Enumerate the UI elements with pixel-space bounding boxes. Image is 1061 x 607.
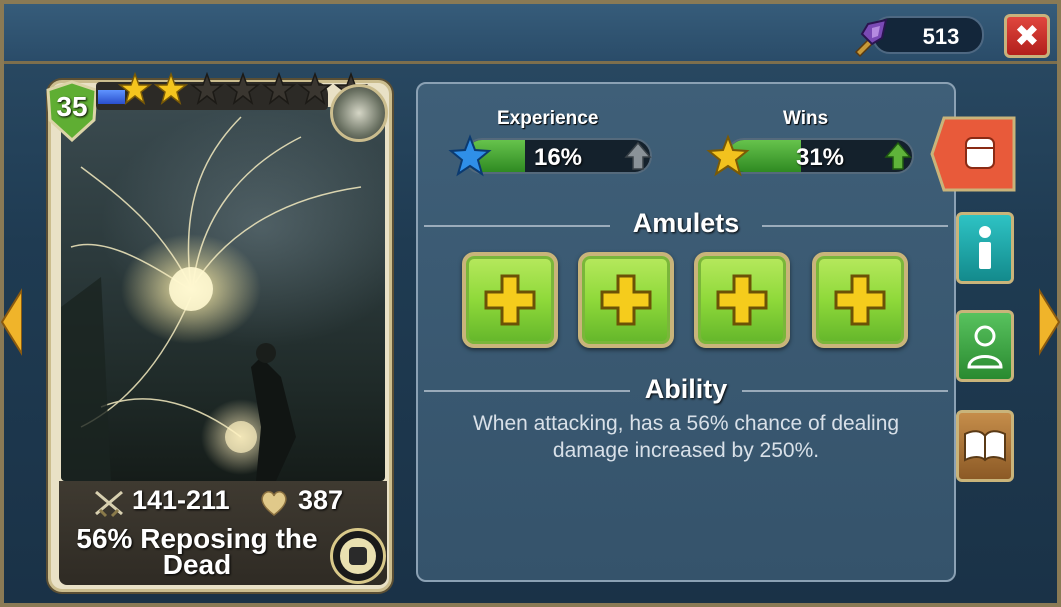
tab-lore[interactable] xyxy=(956,410,1014,482)
plus-icon xyxy=(600,274,652,326)
card-artwork xyxy=(61,107,385,481)
previous-arrow-icon[interactable] xyxy=(0,286,22,358)
close-icon: ✖ xyxy=(1014,19,1040,53)
ability-divider-right xyxy=(742,390,948,392)
star-empty-icon xyxy=(298,72,332,105)
amulet-slot-4[interactable] xyxy=(812,252,908,348)
amulet-slot-3[interactable] xyxy=(694,252,790,348)
amulets-divider-right xyxy=(762,225,948,227)
close-button[interactable]: ✖ xyxy=(1004,14,1050,58)
ability-line2: damage increased by 250%. xyxy=(552,439,820,462)
currency-value: 513 xyxy=(922,24,960,49)
attack-value: 141-211 xyxy=(132,485,230,515)
experience-up-arrow-icon xyxy=(624,141,652,170)
crossed-swords-icon xyxy=(95,490,123,518)
fist-skill-icon xyxy=(330,528,386,584)
card-skill-line2: Dead xyxy=(162,549,232,580)
info-icon xyxy=(979,226,991,269)
experience-value: 16% xyxy=(533,144,583,171)
amulets-title: Amulets xyxy=(632,208,740,238)
ability-description: When attacking, has a 56% chance of deal… xyxy=(430,410,942,464)
purple-sword-icon xyxy=(854,18,888,58)
star-empty-icon xyxy=(190,72,224,105)
wins-up-arrow-icon xyxy=(884,141,912,170)
experience-label: Experience xyxy=(497,108,599,129)
blue-star-icon xyxy=(448,134,492,177)
card-level: 35 xyxy=(56,91,88,122)
amulet-slot-1[interactable] xyxy=(462,252,558,348)
star-empty-icon xyxy=(262,72,296,105)
tab-fight[interactable] xyxy=(930,116,1018,192)
figure-icon xyxy=(967,325,1003,369)
book-icon xyxy=(964,430,1006,462)
star-filled-icon xyxy=(154,72,188,105)
star-filled-icon xyxy=(118,72,152,105)
card-artwork-drawing xyxy=(61,116,362,481)
gold-star-icon xyxy=(706,134,750,177)
heart-icon xyxy=(261,491,287,516)
card-skill-name: 56% Reposing the Dead xyxy=(62,525,332,580)
star-empty-icon xyxy=(226,72,260,105)
fist-skill-glyph xyxy=(340,538,376,574)
plus-icon xyxy=(834,274,886,326)
next-arrow-icon[interactable] xyxy=(1039,286,1061,358)
tab-evolve[interactable] xyxy=(956,310,1014,382)
wins-label: Wins xyxy=(783,108,829,129)
spirit-class-icon xyxy=(330,84,388,142)
amulet-slot-2[interactable] xyxy=(578,252,674,348)
hp-value: 387 xyxy=(298,485,344,515)
plus-icon xyxy=(484,274,536,326)
plus-icon xyxy=(716,274,768,326)
ability-line1: When attacking, has a 56% chance of deal… xyxy=(472,412,900,435)
tab-info[interactable] xyxy=(956,212,1014,284)
